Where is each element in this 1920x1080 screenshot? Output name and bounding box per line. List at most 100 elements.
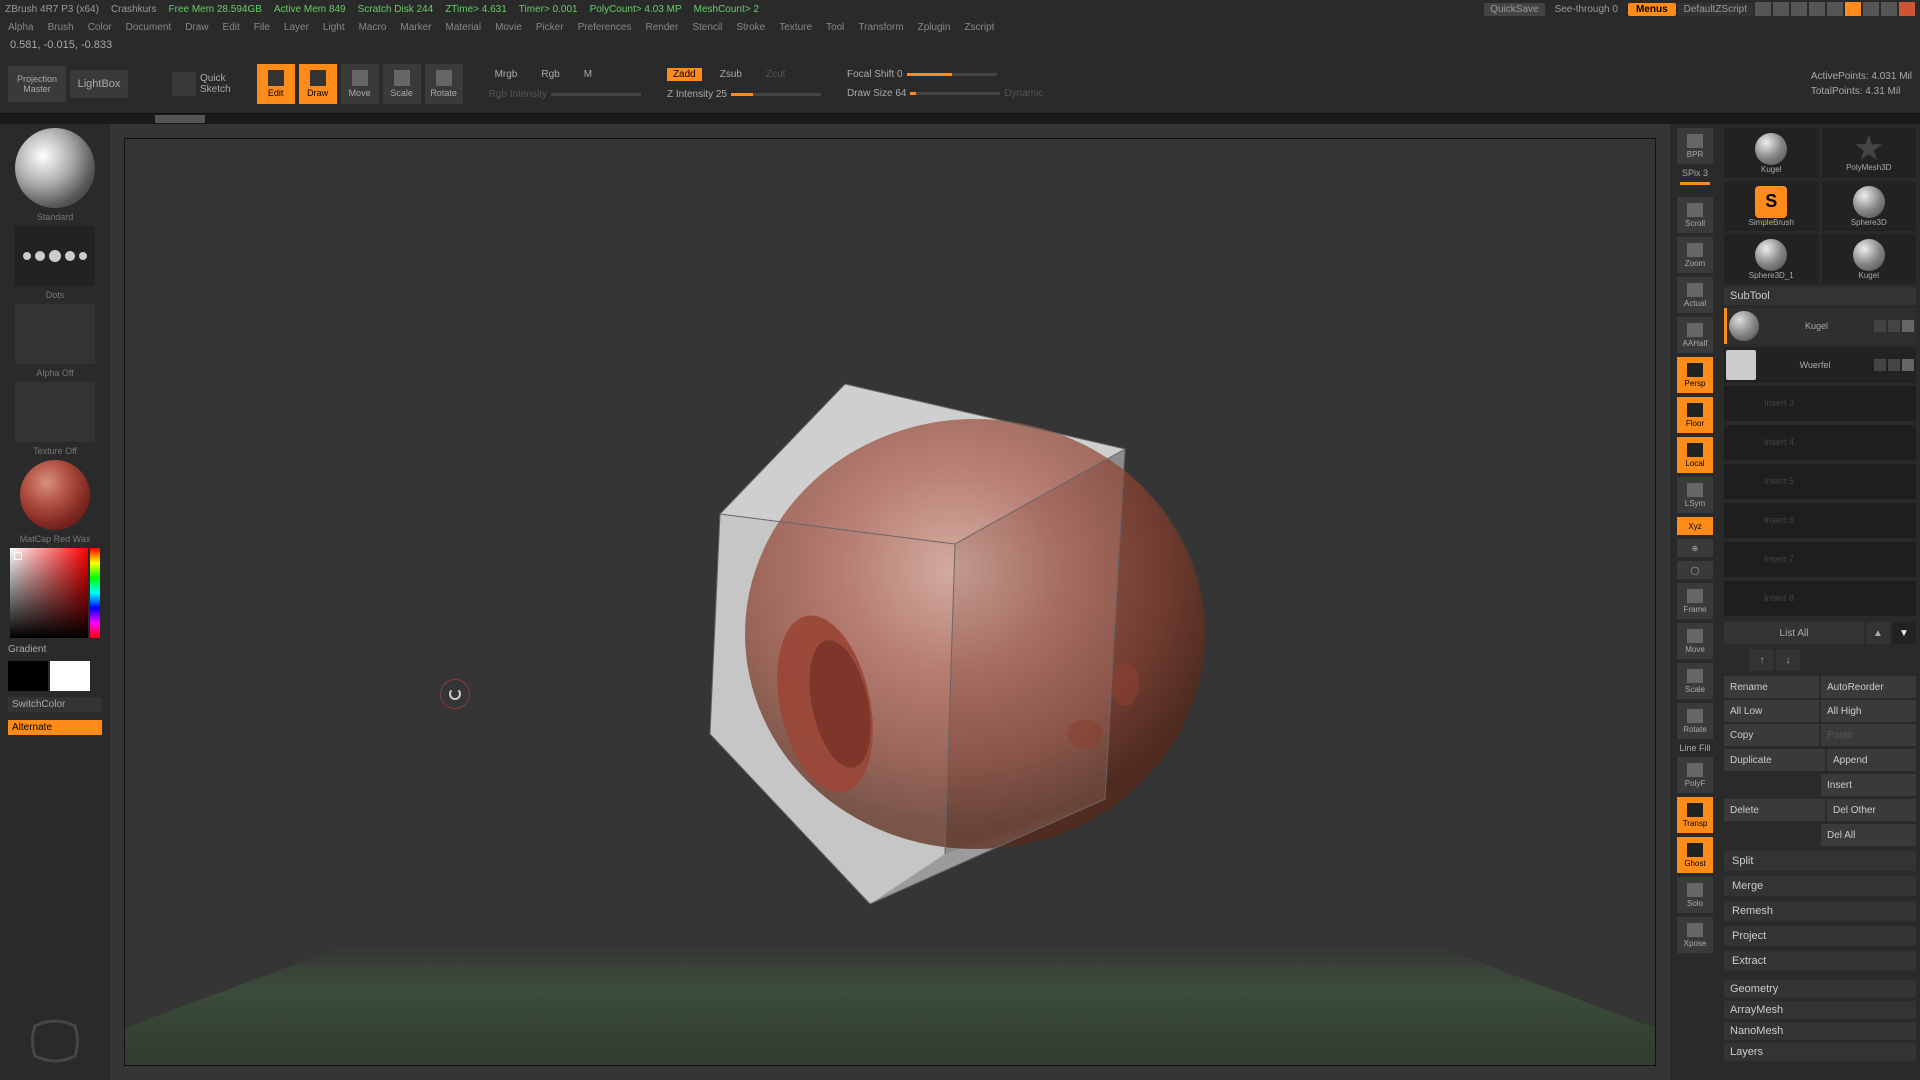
menu-layer[interactable]: Layer — [284, 22, 309, 33]
subdiv-icon[interactable] — [1888, 359, 1900, 371]
frame-button[interactable]: Frame — [1677, 583, 1713, 619]
tool-kugel[interactable]: Kugel — [1724, 128, 1819, 178]
actual-button[interactable]: Actual — [1677, 277, 1713, 313]
rgb-intensity-slider[interactable] — [551, 93, 641, 96]
menu-transform[interactable]: Transform — [858, 22, 903, 33]
material-selector[interactable] — [20, 460, 90, 530]
tool-simplebrush[interactable]: SSimpleBrush — [1724, 181, 1819, 231]
remesh-section[interactable]: Remesh — [1724, 901, 1916, 921]
alternate-button[interactable]: Alternate — [8, 720, 102, 735]
split-section[interactable]: Split — [1724, 851, 1916, 871]
menu-stroke[interactable]: Stroke — [736, 22, 765, 33]
subdiv-icon[interactable] — [1888, 320, 1900, 332]
home-icon[interactable] — [1755, 2, 1771, 16]
arrow-down-icon[interactable]: ↓ — [1776, 649, 1800, 671]
menu-render[interactable]: Render — [646, 22, 679, 33]
close-icon[interactable] — [1899, 2, 1915, 16]
help-icon[interactable] — [1845, 2, 1861, 16]
maximize-icon[interactable] — [1881, 2, 1897, 16]
local-button[interactable]: Local — [1677, 437, 1713, 473]
tool-sphere3d-1[interactable]: Sphere3D_1 — [1724, 234, 1819, 284]
rotate-view-button[interactable]: Rotate — [1677, 703, 1713, 739]
menu-brush[interactable]: Brush — [48, 22, 74, 33]
draw-size-slider[interactable] — [910, 92, 1000, 95]
menu-stencil[interactable]: Stencil — [692, 22, 722, 33]
subtool-slot-6[interactable]: Insert 6 — [1724, 503, 1916, 539]
rename-button[interactable]: Rename — [1724, 676, 1819, 698]
menu-light[interactable]: Light — [323, 22, 345, 33]
all-low-button[interactable]: All Low — [1724, 700, 1819, 722]
project-section[interactable]: Project — [1724, 926, 1916, 946]
projection-master-button[interactable]: Projection Master — [8, 66, 66, 102]
fit-button[interactable]: ◯ — [1677, 561, 1713, 579]
menu-material[interactable]: Material — [446, 22, 482, 33]
spix-slider[interactable]: SPix 3 — [1682, 168, 1708, 178]
menu-draw[interactable]: Draw — [185, 22, 208, 33]
stroke-selector[interactable] — [15, 226, 95, 286]
seethrough-slider[interactable]: See-through 0 — [1555, 4, 1618, 15]
menu-picker[interactable]: Picker — [536, 22, 564, 33]
menu-document[interactable]: Document — [126, 22, 172, 33]
menu-alpha[interactable]: Alpha — [8, 22, 34, 33]
gradient-button[interactable]: Gradient — [4, 642, 106, 657]
tool-polymesh3d[interactable]: PolyMesh3D — [1822, 128, 1917, 178]
paste-button[interactable]: Paste — [1821, 724, 1916, 746]
layout2-icon[interactable] — [1791, 2, 1807, 16]
center-button[interactable]: ⊕ — [1677, 539, 1713, 557]
solo-button[interactable]: Solo — [1677, 877, 1713, 913]
scale-view-button[interactable]: Scale — [1677, 663, 1713, 699]
polyf-button[interactable]: PolyF — [1677, 757, 1713, 793]
brush-selector[interactable] — [15, 128, 95, 208]
tool-sphere3d[interactable]: Sphere3D — [1822, 181, 1917, 231]
swatch-secondary[interactable] — [8, 661, 48, 691]
move-down-button[interactable]: ▼ — [1892, 622, 1916, 644]
all-high-button[interactable]: All High — [1821, 700, 1916, 722]
lightbox-button[interactable]: LightBox — [70, 70, 128, 98]
menus-button[interactable]: Menus — [1628, 3, 1676, 16]
insert-button[interactable]: Insert — [1821, 774, 1916, 796]
duplicate-button[interactable]: Duplicate — [1724, 749, 1825, 771]
save-layout-icon[interactable] — [1809, 2, 1825, 16]
viewport[interactable] — [124, 138, 1656, 1066]
rgb-button[interactable]: Rgb — [535, 68, 565, 81]
zoom-button[interactable]: Zoom — [1677, 237, 1713, 273]
edit-mode-button[interactable]: Edit — [257, 64, 295, 104]
polypaint-icon[interactable] — [1874, 320, 1886, 332]
xpose-button[interactable]: Xpose — [1677, 917, 1713, 953]
floor-button[interactable]: Floor — [1677, 397, 1713, 433]
minimize-icon[interactable] — [1863, 2, 1879, 16]
texture-selector[interactable] — [15, 382, 95, 442]
focal-shift-slider[interactable] — [907, 73, 997, 76]
xyz-button[interactable]: Xyz — [1677, 517, 1713, 535]
quicksave-button[interactable]: QuickSave — [1484, 3, 1544, 16]
nanomesh-header[interactable]: NanoMesh — [1724, 1022, 1916, 1040]
move-mode-button[interactable]: Move — [341, 64, 379, 104]
delete-button[interactable]: Delete — [1724, 799, 1825, 821]
list-all-button[interactable]: List All — [1724, 622, 1864, 644]
subtool-slot-7[interactable]: Insert 7 — [1724, 542, 1916, 578]
transp-button[interactable]: Transp — [1677, 797, 1713, 833]
scroll-button[interactable]: Scroll — [1677, 197, 1713, 233]
del-other-button[interactable]: Del Other — [1827, 799, 1916, 821]
del-all-button[interactable]: Del All — [1821, 824, 1916, 846]
merge-section[interactable]: Merge — [1724, 876, 1916, 896]
aahalf-button[interactable]: AAHalf — [1677, 317, 1713, 353]
copy-button[interactable]: Copy — [1724, 724, 1819, 746]
alpha-selector[interactable] — [15, 304, 95, 364]
menu-tool[interactable]: Tool — [826, 22, 844, 33]
rotate-mode-button[interactable]: Rotate — [425, 64, 463, 104]
layers-header[interactable]: Layers — [1724, 1043, 1916, 1061]
menu-edit[interactable]: Edit — [223, 22, 240, 33]
subtool-wuerfel[interactable]: Wuerfel — [1724, 347, 1916, 383]
persp-button[interactable]: Persp — [1677, 357, 1713, 393]
zadd-button[interactable]: Zadd — [667, 68, 702, 81]
ghost-button[interactable]: Ghost — [1677, 837, 1713, 873]
m-button[interactable]: M — [578, 68, 598, 81]
eye-icon[interactable] — [1902, 320, 1914, 332]
subtool-kugel[interactable]: Kugel — [1724, 308, 1916, 344]
move-view-button[interactable]: Move — [1677, 623, 1713, 659]
color-picker[interactable] — [10, 548, 100, 638]
append-button[interactable]: Append — [1827, 749, 1916, 771]
fullscreen-icon[interactable] — [1827, 2, 1843, 16]
quick-sketch-button[interactable]: Quick Sketch — [172, 72, 231, 96]
